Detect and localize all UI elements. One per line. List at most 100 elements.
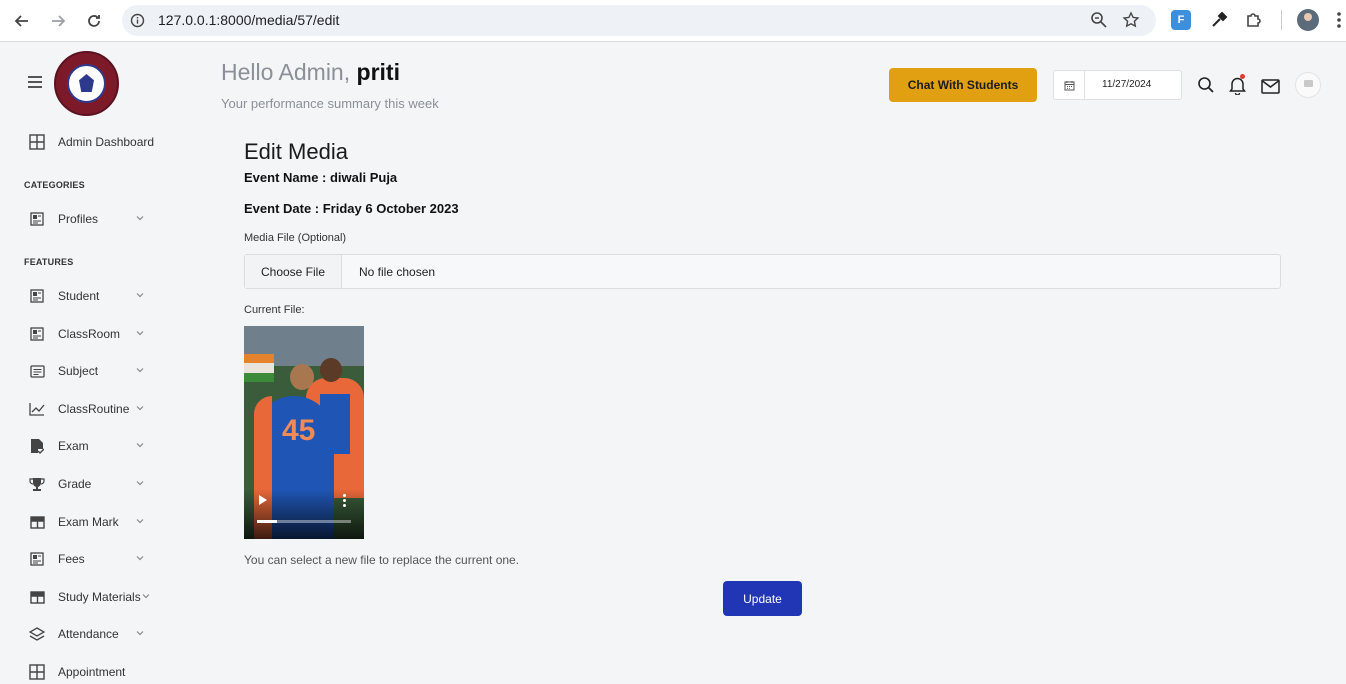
choose-file-button[interactable]: Choose File: [245, 255, 342, 288]
sidebar-item-label: Subject: [58, 364, 99, 378]
play-icon[interactable]: [259, 495, 267, 505]
mail-icon[interactable]: [1261, 79, 1280, 99]
zoom-icon[interactable]: [1090, 11, 1110, 31]
replace-file-hint: You can select a new file to replace the…: [244, 553, 520, 567]
sidebar-item-label: ClassRoom: [58, 327, 121, 341]
sidebar-item-label: Exam: [58, 439, 89, 453]
calendar-icon[interactable]: [1054, 71, 1085, 99]
table-icon: [28, 588, 46, 606]
media-file-label: Media File (Optional): [244, 232, 347, 244]
chevron-down-icon: [134, 552, 146, 564]
sidebar-item-study-materials[interactable]: Study Materials: [28, 586, 168, 608]
browser-menu-icon[interactable]: [1336, 11, 1342, 29]
grid-icon: [28, 133, 46, 151]
greeting-name: priti: [356, 59, 400, 85]
chat-with-students-button[interactable]: Chat With Students: [889, 68, 1037, 102]
sidebar-item-admin-dashboard[interactable]: Admin Dashboard: [28, 131, 168, 153]
chevron-down-icon: [134, 212, 146, 224]
categories-heading: CATEGORIES: [24, 180, 85, 190]
hamburger-menu-icon[interactable]: [28, 76, 42, 88]
event-name: Event Name : diwali Puja: [244, 170, 398, 185]
date-value[interactable]: 11/27/2024: [1102, 79, 1151, 90]
layers-icon: [28, 625, 46, 643]
sidebar-item-exam-mark[interactable]: Exam Mark: [28, 511, 168, 533]
greeting-subtitle: Your performance summary this week: [221, 96, 439, 111]
sidebar-item-profiles[interactable]: Profiles: [28, 208, 168, 230]
browser-toolbar: 127.0.0.1:8000/media/57/edit F: [0, 0, 1346, 42]
search-icon[interactable]: [1197, 76, 1215, 96]
sidebar-item-student[interactable]: Student: [28, 285, 168, 307]
site-info-icon[interactable]: [130, 13, 145, 28]
video-jersey-number: 45: [282, 414, 316, 447]
media-file-input[interactable]: Choose File No file chosen: [244, 254, 1281, 289]
event-date: Event Date : Friday 6 October 2023: [244, 201, 459, 216]
dashboard-icon: [28, 550, 46, 568]
extension-f-icon[interactable]: F: [1171, 10, 1191, 30]
dashboard-icon: [28, 325, 46, 343]
sidebar-item-classroutine[interactable]: ClassRoutine: [28, 398, 168, 420]
sidebar-item-exam[interactable]: Exam: [28, 435, 168, 457]
browser-profile-avatar[interactable]: [1297, 9, 1319, 31]
sidebar-item-classroom[interactable]: ClassRoom: [28, 323, 168, 345]
sidebar-item-label: Fees: [58, 552, 85, 566]
url-text[interactable]: 127.0.0.1:8000/media/57/edit: [158, 12, 339, 28]
page-title: Edit Media: [244, 139, 348, 164]
grid-icon: [28, 663, 46, 681]
video-progress-fill: [257, 520, 277, 523]
video-more-options-icon[interactable]: [343, 494, 347, 508]
dashboard-icon: [28, 210, 46, 228]
chevron-down-icon: [134, 439, 146, 451]
sidebar: Admin Dashboard CATEGORIES Profiles FEAT…: [0, 43, 170, 684]
back-icon[interactable]: [10, 9, 34, 33]
sidebar-item-label: Profiles: [58, 212, 99, 226]
sidebar-item-subject[interactable]: Subject: [28, 360, 168, 382]
sidebar-item-grade[interactable]: Grade: [28, 473, 168, 495]
sidebar-item-label: Appointment: [58, 665, 126, 679]
sidebar-item-label: ClassRoutine: [58, 402, 130, 416]
no-file-chosen-text: No file chosen: [359, 265, 436, 279]
extensions-puzzle-icon[interactable]: [1244, 10, 1264, 30]
school-logo: [54, 51, 119, 116]
current-file-label: Current File:: [244, 304, 305, 316]
sidebar-item-attendance[interactable]: Attendance: [28, 623, 168, 645]
sidebar-item-label: Exam Mark: [58, 515, 119, 529]
trophy-icon: [28, 475, 46, 493]
sidebar-item-label: Grade: [58, 477, 92, 491]
update-button[interactable]: Update: [723, 581, 802, 616]
chevron-down-icon: [134, 327, 146, 339]
current-file-video[interactable]: 45: [244, 326, 364, 539]
chevron-down-icon: [134, 627, 146, 639]
sidebar-item-fees[interactable]: Fees: [28, 548, 168, 570]
notification-badge: [1240, 74, 1245, 79]
list-icon: [28, 362, 46, 380]
sidebar-item-label: Study Materials: [58, 590, 141, 604]
reload-icon[interactable]: [82, 9, 106, 33]
toolbar-separator: [1281, 10, 1282, 30]
address-bar[interactable]: 127.0.0.1:8000/media/57/edit: [122, 5, 1156, 36]
sidebar-item-label: Attendance: [58, 627, 119, 641]
bookmark-star-icon[interactable]: [1122, 11, 1142, 31]
chevron-down-icon: [134, 289, 146, 301]
video-player-head: [320, 358, 342, 382]
document-check-icon: [28, 437, 46, 455]
dashboard-icon: [28, 287, 46, 305]
user-avatar[interactable]: [1295, 72, 1321, 98]
features-heading: FEATURES: [24, 257, 74, 267]
greeting-prefix: Hello Admin,: [221, 59, 351, 85]
video-player-head: [290, 364, 314, 390]
sidebar-item-label: Student: [58, 289, 100, 303]
sidebar-item-label: Admin Dashboard: [58, 135, 155, 149]
chevron-down-icon: [134, 515, 146, 527]
chevron-down-icon: [134, 477, 146, 489]
chevron-down-icon: [140, 590, 152, 602]
date-picker[interactable]: 11/27/2024: [1053, 70, 1182, 100]
chevron-down-icon: [134, 364, 146, 376]
forward-icon[interactable]: [46, 9, 70, 33]
video-progress-bar[interactable]: [257, 520, 351, 523]
eyedropper-icon[interactable]: [1209, 10, 1229, 30]
sidebar-item-appointment[interactable]: Appointment: [28, 661, 168, 683]
chevron-down-icon: [134, 402, 146, 414]
greeting: Hello Admin, priti: [221, 59, 400, 86]
table-icon: [28, 513, 46, 531]
chart-icon: [28, 400, 46, 418]
